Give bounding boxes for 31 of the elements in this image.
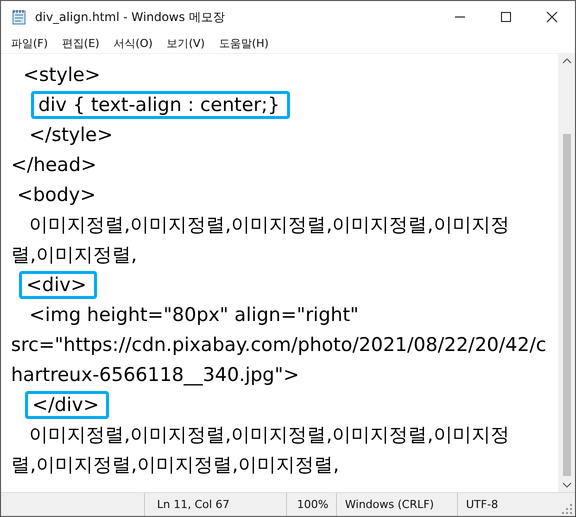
notepad-icon xyxy=(11,9,27,25)
code-line: 이미지정렬,이미지정렬,이미지정렬,이미지정렬,이미지정 xyxy=(28,424,510,446)
highlighted-code: div { text-align : center;} xyxy=(31,91,290,119)
resize-grip-icon[interactable] xyxy=(562,504,572,514)
scroll-up-icon[interactable] xyxy=(562,58,572,64)
code-line: <style> xyxy=(22,64,100,86)
status-text: UTF-8 xyxy=(457,493,557,516)
maximize-icon xyxy=(500,11,512,23)
menu-item[interactable]: 파일(F) xyxy=(4,34,55,52)
status-text: Ln 11, Col 67 xyxy=(144,493,286,516)
highlighted-code: <div> xyxy=(19,271,97,299)
code-line: <body> xyxy=(16,184,96,206)
code-line: src="https://cdn.pixabay.com/photo/2021/08/22/20/42/c xyxy=(11,334,546,356)
status-text: 100% xyxy=(286,493,336,516)
code-line: 렬,이미지정렬,이미지정렬,이미지정렬, xyxy=(11,454,340,476)
highlighted-code: </div> xyxy=(25,391,109,419)
code-line: hartreux-6566118__340.jpg"> xyxy=(11,364,300,386)
code-line: </style> xyxy=(28,124,113,146)
code-line: 이미지정렬,이미지정렬,이미지정렬,이미지정렬,이미지정 xyxy=(28,214,510,236)
scroll-down-icon[interactable] xyxy=(562,482,572,488)
code-line: 렬,이미지정렬, xyxy=(11,244,138,266)
menu-item[interactable]: 서식(O) xyxy=(106,34,160,52)
code-line: </head> xyxy=(11,154,97,176)
menu-item[interactable]: 도움말(H) xyxy=(212,34,276,52)
menu-item[interactable]: 보기(V) xyxy=(160,34,212,52)
vertical-scrollbar[interactable] xyxy=(558,54,575,492)
window-title: div_align.html - Windows 메모장 xyxy=(35,8,225,26)
close-icon xyxy=(546,11,558,23)
code-line: <img height="80px" align="right" xyxy=(28,304,359,326)
menu-item[interactable]: 편집(E) xyxy=(54,34,106,52)
status-text: Windows (CRLF) xyxy=(336,493,457,516)
